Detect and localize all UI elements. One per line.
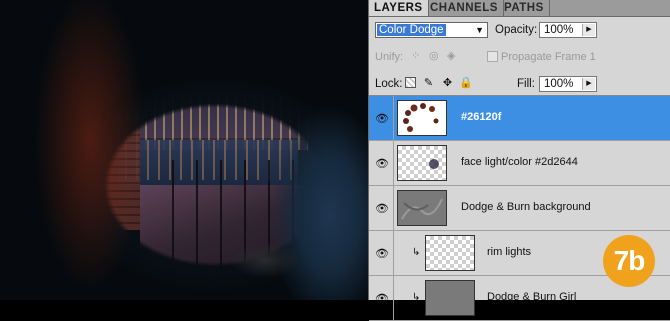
tab-layers[interactable]: LAYERS	[369, 0, 429, 16]
propagate-checkbox[interactable]	[487, 51, 498, 62]
fill-label: Fill:	[517, 78, 535, 90]
opacity-stepper-icon[interactable]: ▶	[582, 24, 595, 36]
propagate-label: Propagate Frame 1	[501, 51, 596, 63]
opacity-value: 100%	[544, 24, 574, 36]
unify-label: Unify:	[375, 51, 404, 63]
eye-icon: 👁	[375, 203, 389, 215]
eye-icon: 👁	[375, 158, 389, 170]
layer-name: #26120f	[461, 111, 502, 123]
fill-value: 100%	[544, 78, 574, 90]
layer-name: rim lights	[487, 246, 532, 258]
layer-row[interactable]: 👁 Dodge & Burn background	[369, 186, 670, 231]
canvas-shoes	[230, 240, 300, 280]
chevron-down-icon: ▼	[475, 25, 484, 35]
opacity-label: Opacity:	[495, 24, 538, 36]
layer-thumbnail	[425, 235, 475, 271]
panel-tabs: LAYERS CHANNELS PATHS	[369, 0, 670, 17]
layer-thumbnail	[397, 190, 447, 226]
unify-position-icon[interactable]: ⁘	[411, 49, 424, 62]
layer-row[interactable]: 👁 #26120f	[369, 96, 670, 141]
layer-thumbnail	[397, 145, 447, 181]
eye-icon: 👁	[375, 293, 389, 305]
dark-dot-icon	[429, 159, 439, 169]
clipping-mask-icon: ↳	[412, 292, 421, 303]
lock-all-icon[interactable]: 🔒	[459, 76, 473, 89]
lock-label: Lock:	[375, 78, 403, 90]
visibility-toggle[interactable]: 👁	[369, 231, 394, 275]
tab-channels[interactable]: CHANNELS	[425, 0, 504, 16]
lock-transparent-icon[interactable]	[405, 77, 416, 88]
visibility-toggle[interactable]: 👁	[369, 186, 394, 230]
blend-mode-select[interactable]: Color Dodge ▼	[375, 22, 488, 38]
layer-name: Dodge & Burn background	[461, 201, 591, 213]
visibility-toggle[interactable]: 👁	[369, 276, 394, 320]
eye-icon: 👁	[375, 248, 389, 260]
canvas-brown-paint-stroke	[20, 0, 150, 300]
fill-field[interactable]: 100% ▶	[539, 76, 597, 92]
lock-brush-icon[interactable]: ✎	[422, 76, 435, 89]
visibility-toggle[interactable]: 👁	[369, 141, 394, 185]
eye-icon: 👁	[375, 113, 389, 125]
blend-row: Color Dodge ▼ Opacity: 100% ▶	[369, 17, 670, 45]
blend-mode-value: Color Dodge	[377, 24, 446, 36]
unify-style-icon[interactable]: ◈	[447, 49, 460, 62]
step-badge: 7b	[603, 235, 655, 287]
layer-name: Dodge & Burn Girl	[487, 291, 577, 303]
clipping-mask-icon: ↳	[412, 247, 421, 258]
visibility-toggle[interactable]: 👁	[369, 96, 394, 140]
layer-row[interactable]: 👁 face light/color #2d2644	[369, 141, 670, 186]
brown-strokes-icon	[403, 103, 439, 132]
layer-name: face light/color #2d2644	[461, 156, 578, 168]
gray-texture-icon	[401, 198, 443, 220]
lock-row: Lock: ✎ ✥ 🔒 Fill: 100% ▶	[369, 70, 670, 94]
layer-thumbnail	[397, 100, 447, 136]
canvas-image	[0, 0, 368, 300]
opacity-field[interactable]: 100% ▶	[539, 22, 597, 38]
unify-row: Unify: ⁘ ◎ ◈ Propagate Frame 1	[369, 45, 670, 67]
lock-move-icon[interactable]: ✥	[441, 76, 454, 89]
tab-paths[interactable]: PATHS	[499, 0, 550, 16]
layer-thumbnail	[425, 280, 475, 316]
fill-stepper-icon[interactable]: ▶	[582, 78, 595, 90]
unify-visibility-icon[interactable]: ◎	[429, 49, 442, 62]
